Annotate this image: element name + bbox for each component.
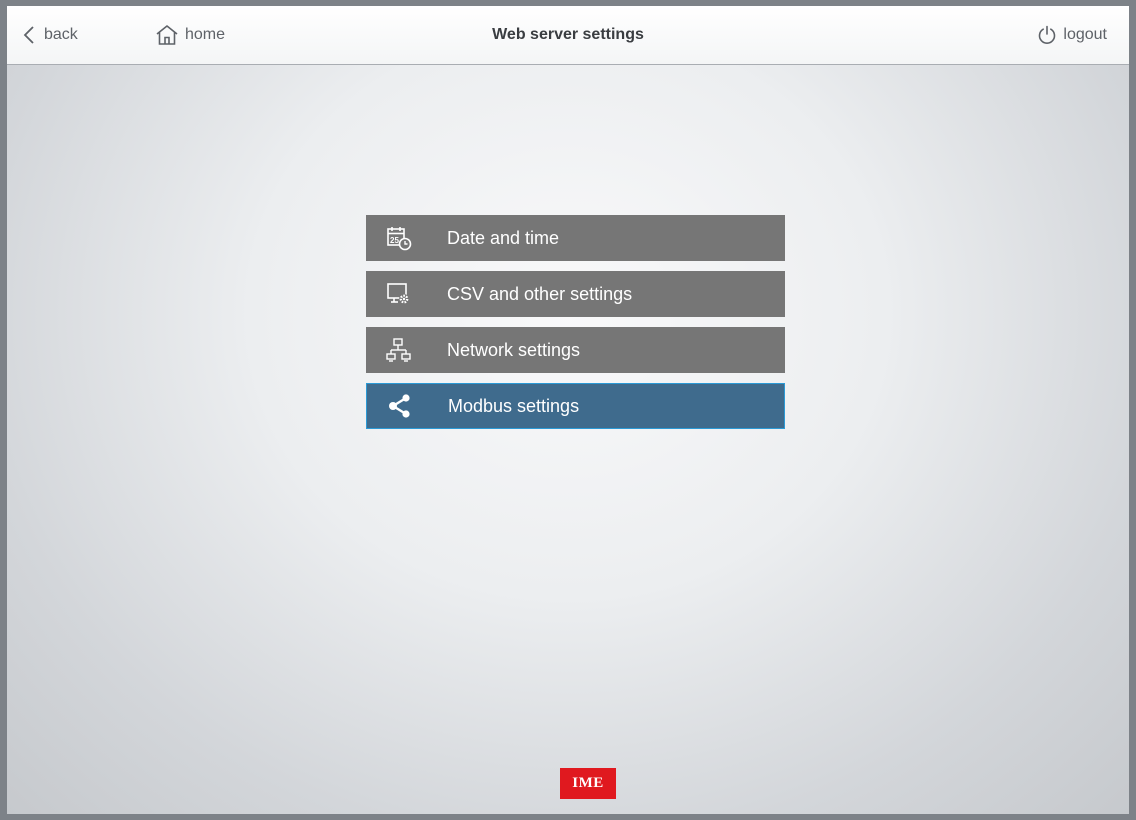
home-button[interactable]: home (155, 6, 225, 64)
top-bar: back home Web server settings logout (7, 6, 1129, 65)
menu-item-label: CSV and other settings (447, 283, 633, 304)
menu-item-label: Date and time (447, 227, 560, 248)
back-button[interactable]: back (23, 6, 78, 64)
calendar-clock-icon: 25 (384, 223, 414, 253)
menu-item-label: Network settings (447, 339, 581, 360)
menu-item-network-settings[interactable]: Network settings (366, 327, 785, 373)
app-frame: back home Web server settings logout 25 … (7, 6, 1129, 814)
logout-label: logout (1063, 26, 1107, 43)
home-icon (155, 24, 185, 46)
share-icon (385, 391, 415, 421)
back-label: back (44, 26, 78, 43)
menu-item-csv-and-other-settings[interactable]: CSV and other settings (366, 271, 785, 317)
network-icon (384, 335, 414, 365)
monitor-gear-icon (384, 279, 414, 309)
menu-item-modbus-settings[interactable]: Modbus settings (366, 383, 785, 429)
menu-item-label: Modbus settings (448, 395, 580, 416)
logout-button[interactable]: logout (1037, 6, 1107, 64)
svg-text:25: 25 (390, 236, 399, 245)
menu-item-date-and-time[interactable]: 25 Date and time (366, 215, 785, 261)
ime-logo: IME (560, 768, 616, 799)
power-icon (1037, 25, 1063, 45)
chevron-left-icon (23, 25, 44, 45)
home-label: home (185, 26, 226, 43)
settings-menu: 25 Date and time CSV and other settings (366, 215, 785, 439)
